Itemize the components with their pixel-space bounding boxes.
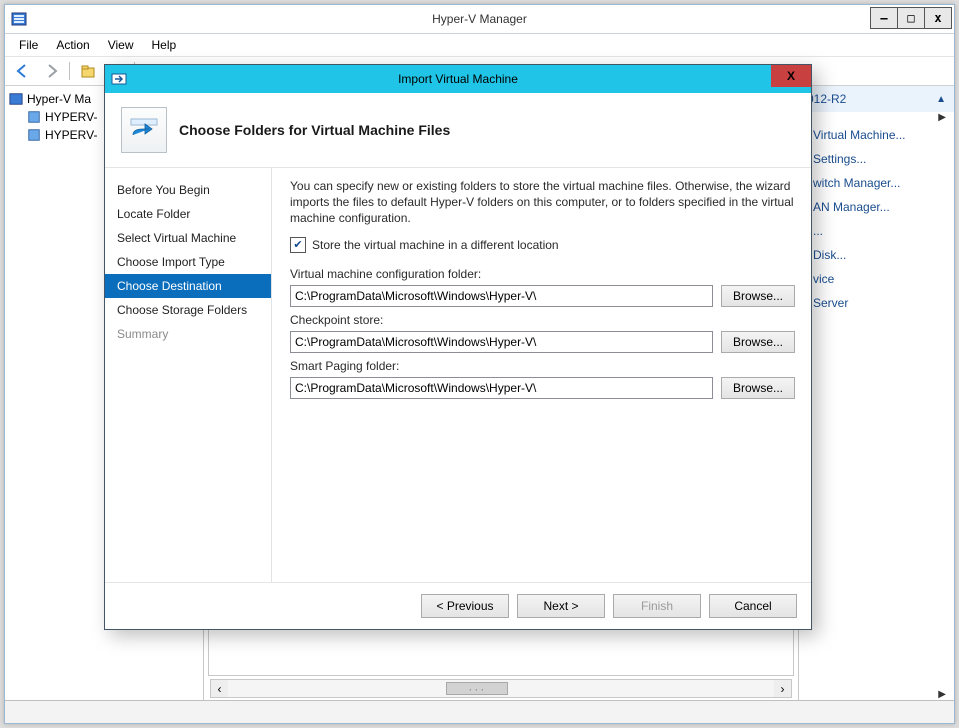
titlebar: Hyper-V Manager – □ x: [5, 5, 954, 34]
import-arrow-icon: [121, 107, 167, 153]
dialog-close-button[interactable]: X: [771, 65, 811, 87]
dialog-footer: < Previous Next > Finish Cancel: [105, 582, 811, 629]
config-folder-input[interactable]: [290, 285, 713, 307]
actions-heading-label: 012-R2: [807, 92, 846, 106]
scroll-track[interactable]: ···: [228, 680, 774, 697]
import-vm-dialog: Import Virtual Machine X Choose Folders …: [104, 64, 812, 630]
action-link[interactable]: Disk...: [799, 243, 954, 267]
action-link[interactable]: AN Manager...: [799, 195, 954, 219]
tree-node-label: HYPERV-: [45, 110, 97, 124]
collapse-icon: ▲: [936, 94, 946, 105]
field-label-smart-paging: Smart Paging folder:: [290, 359, 795, 373]
store-different-location-checkbox[interactable]: ✔: [290, 237, 306, 253]
dialog-body: Before You Begin Locate Folder Select Vi…: [105, 168, 811, 582]
action-link[interactable]: Server: [799, 291, 954, 315]
app-title: Hyper-V Manager: [5, 12, 954, 26]
scroll-right-button[interactable]: ›: [774, 680, 791, 697]
checkpoint-store-input[interactable]: [290, 331, 713, 353]
actions-pane: 012-R2 ▲ ▶ Virtual Machine... Settings..…: [798, 86, 954, 700]
forward-button[interactable]: [39, 59, 63, 83]
menu-view[interactable]: View: [100, 36, 142, 54]
browse-config-folder-button[interactable]: Browse...: [721, 285, 795, 307]
checkbox-label: Store the virtual machine in a different…: [312, 238, 559, 252]
dialog-header-title: Choose Folders for Virtual Machine Files: [179, 122, 450, 138]
up-button[interactable]: [76, 59, 100, 83]
browse-smart-paging-button[interactable]: Browse...: [721, 377, 795, 399]
menubar: File Action View Help: [5, 34, 954, 57]
menu-action[interactable]: Action: [48, 36, 97, 54]
actions-sub-arrow[interactable]: ▶: [799, 689, 954, 700]
wizard-step-choose-import-type[interactable]: Choose Import Type: [105, 250, 271, 274]
field-label-config-folder: Virtual machine configuration folder:: [290, 267, 795, 281]
wizard-step-choose-storage[interactable]: Choose Storage Folders: [105, 298, 271, 322]
wizard-step-locate-folder[interactable]: Locate Folder: [105, 202, 271, 226]
wizard-description: You can specify new or existing folders …: [290, 178, 795, 227]
action-link[interactable]: witch Manager...: [799, 171, 954, 195]
action-link[interactable]: Virtual Machine...: [799, 123, 954, 147]
tree-root-label: Hyper-V Ma: [27, 92, 91, 106]
smart-paging-input[interactable]: [290, 377, 713, 399]
wizard-step-summary: Summary: [105, 322, 271, 346]
dialog-title: Import Virtual Machine: [105, 72, 811, 86]
scroll-thumb[interactable]: ···: [446, 682, 508, 695]
action-link[interactable]: Settings...: [799, 147, 954, 171]
next-button[interactable]: Next >: [517, 594, 605, 618]
action-link[interactable]: ...: [799, 219, 954, 243]
cancel-button[interactable]: Cancel: [709, 594, 797, 618]
menu-help[interactable]: Help: [144, 36, 185, 54]
minimize-button[interactable]: –: [870, 7, 898, 29]
menu-file[interactable]: File: [11, 36, 46, 54]
previous-button[interactable]: < Previous: [421, 594, 509, 618]
horizontal-scrollbar[interactable]: ‹ ··· ›: [210, 679, 792, 698]
wizard-nav: Before You Begin Locate Folder Select Vi…: [105, 168, 272, 582]
window-controls: – □ x: [870, 7, 952, 29]
statusbar: [5, 700, 954, 723]
checkbox-row[interactable]: ✔ Store the virtual machine in a differe…: [290, 237, 795, 253]
maximize-button[interactable]: □: [898, 7, 925, 29]
browse-checkpoint-store-button[interactable]: Browse...: [721, 331, 795, 353]
toolbar-separator: [69, 62, 70, 80]
action-link[interactable]: vice: [799, 267, 954, 291]
dialog-titlebar[interactable]: Import Virtual Machine X: [105, 65, 811, 93]
field-label-checkpoint-store: Checkpoint store:: [290, 313, 795, 327]
finish-button: Finish: [613, 594, 701, 618]
wizard-step-select-vm[interactable]: Select Virtual Machine: [105, 226, 271, 250]
wizard-main: You can specify new or existing folders …: [272, 168, 811, 582]
scroll-left-button[interactable]: ‹: [211, 680, 228, 697]
wizard-step-choose-destination[interactable]: Choose Destination: [105, 274, 271, 298]
actions-sub-arrow[interactable]: ▶: [799, 112, 954, 123]
actions-heading[interactable]: 012-R2 ▲: [799, 86, 954, 112]
close-button[interactable]: x: [925, 7, 952, 29]
tree-node-label: HYPERV-: [45, 128, 97, 142]
wizard-step-before-you-begin[interactable]: Before You Begin: [105, 178, 271, 202]
dialog-header: Choose Folders for Virtual Machine Files: [105, 93, 811, 168]
back-button[interactable]: [11, 59, 35, 83]
